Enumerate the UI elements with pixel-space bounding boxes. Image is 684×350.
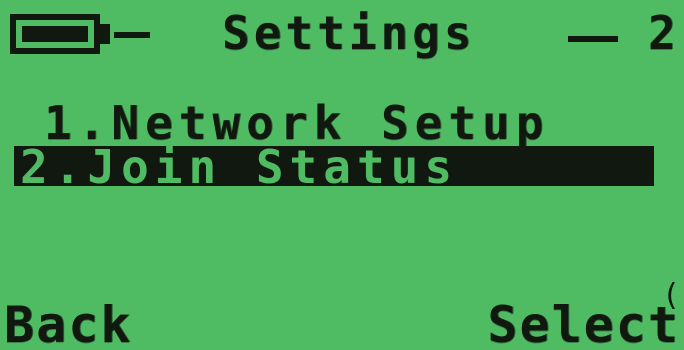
title-divider-left [114, 32, 150, 38]
battery-tip [100, 24, 110, 44]
page-title: Settings [222, 6, 476, 60]
back-softkey[interactable]: Back [4, 296, 132, 350]
battery-icon [10, 14, 100, 54]
page-number: 2 [648, 6, 676, 60]
lcd-screen: Settings 2 1.Network Setup 2.Join Status… [0, 0, 684, 350]
title-divider-right [568, 36, 618, 42]
select-softkey[interactable]: Select [487, 296, 680, 350]
menu-item-join-status[interactable]: 2.Join Status [20, 140, 458, 194]
battery-level [22, 26, 88, 42]
